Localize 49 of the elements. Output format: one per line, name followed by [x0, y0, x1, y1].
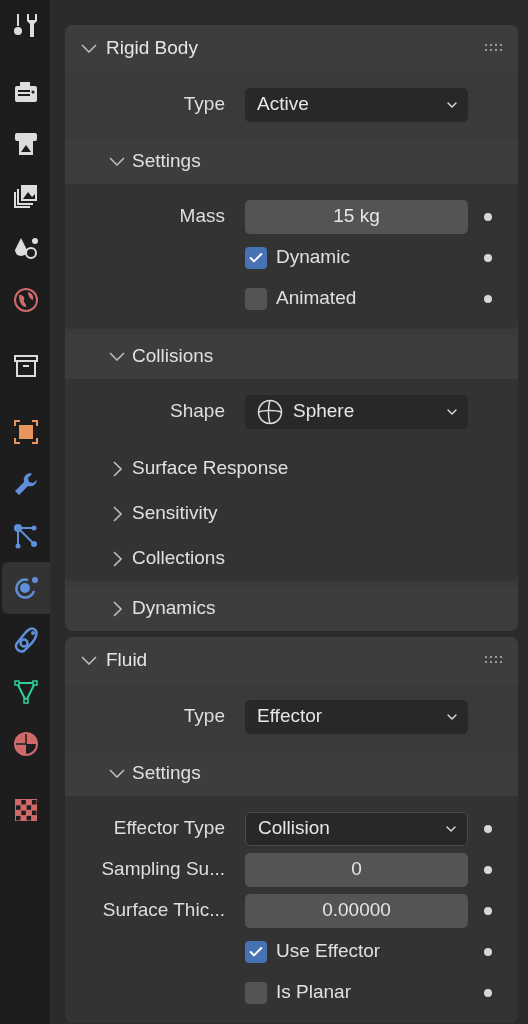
subpanel-header[interactable]: Surface Response — [65, 446, 518, 491]
printer-icon — [12, 130, 40, 158]
checkbox[interactable] — [245, 981, 267, 1004]
field-label: Shape — [169, 399, 226, 424]
chevron-right-icon — [112, 505, 122, 522]
globe-icon — [12, 286, 40, 314]
grip-icon[interactable] — [484, 655, 504, 665]
subpanel-header[interactable]: Sensitivity — [65, 491, 518, 536]
checkbox[interactable] — [245, 287, 267, 310]
field-label: Sampling Su... — [100, 857, 226, 882]
chevron-down-icon — [109, 157, 125, 166]
number-field[interactable]: 15 kg — [245, 199, 468, 234]
subpanel-header[interactable]: Collections — [65, 536, 518, 581]
chevron-right-icon — [112, 600, 122, 617]
checkbox-label: Dynamic — [276, 245, 350, 270]
number-field[interactable]: 0 — [245, 852, 468, 887]
chevron-right-icon — [112, 550, 122, 567]
grip-icon[interactable] — [484, 43, 504, 53]
chevron-right-icon — [112, 460, 122, 477]
tool-icon — [12, 12, 40, 40]
square-icon — [12, 418, 40, 446]
images-icon — [12, 182, 40, 210]
dropdown[interactable]: Effector — [245, 699, 468, 734]
checkbox[interactable] — [245, 940, 267, 963]
number-field[interactable]: 0.00000 — [245, 893, 468, 928]
field-label: Surface Thic... — [101, 898, 226, 923]
box-icon — [12, 352, 40, 380]
chevron-down-icon — [109, 769, 125, 778]
triangle-icon — [12, 678, 40, 706]
field-label: Effector Type — [112, 816, 226, 841]
orbit-icon — [12, 574, 40, 602]
dropdown[interactable]: Active — [245, 87, 468, 122]
sphere-icon — [12, 730, 40, 758]
link-icon — [12, 626, 40, 654]
checkbox-label: Animated — [276, 286, 357, 311]
checkbox[interactable] — [245, 246, 267, 269]
checker-icon — [12, 796, 40, 824]
field-label: Type — [182, 92, 226, 117]
chevron-down-icon — [109, 352, 125, 361]
field-label: Mass — [178, 204, 226, 229]
checkbox-label: Is Planar — [276, 980, 351, 1005]
chevron-down-icon — [81, 655, 97, 665]
sphere-icon — [257, 398, 283, 425]
nodes-icon — [12, 522, 40, 550]
chevron-down-icon — [81, 43, 97, 53]
dropdown[interactable]: Sphere — [245, 394, 468, 429]
field-label: Type — [182, 704, 226, 729]
dropdown[interactable]: Collision — [245, 811, 468, 846]
checkbox-label: Use Effector — [276, 939, 381, 964]
